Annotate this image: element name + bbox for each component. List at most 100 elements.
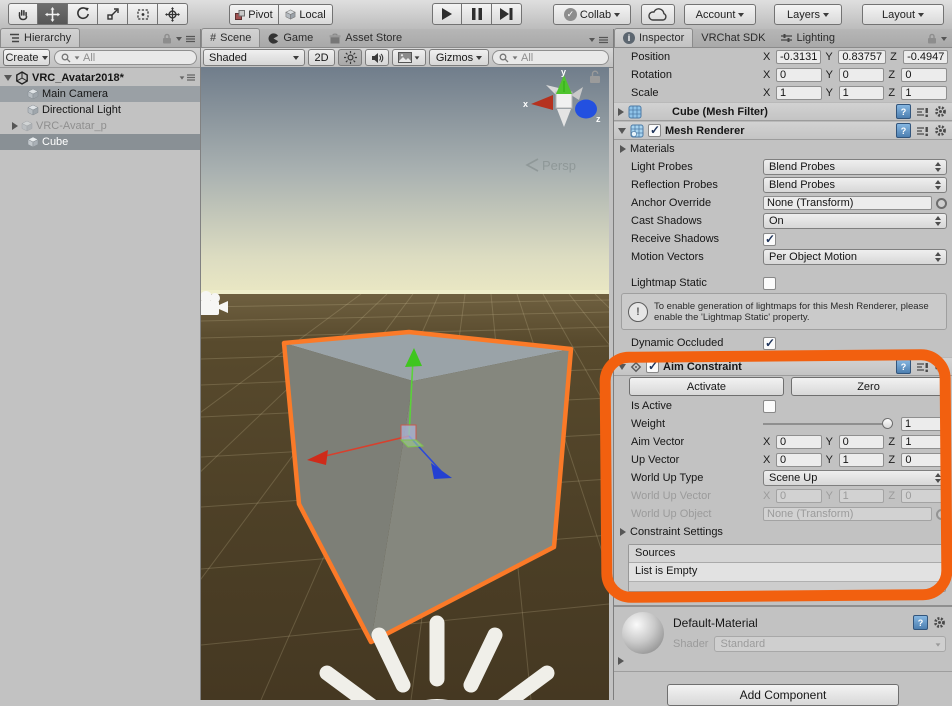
help-icon[interactable]: ?: [896, 123, 911, 138]
weight-slider[interactable]: [763, 423, 893, 425]
mesh-renderer-enabled-checkbox[interactable]: [648, 124, 661, 137]
tab-scene[interactable]: # Scene: [201, 28, 260, 47]
scene-root-row[interactable]: VRC_Avatar2018*: [0, 69, 200, 86]
tab-vrchat-sdk[interactable]: VRChat SDK: [693, 29, 773, 47]
scale-tool-button[interactable]: [98, 3, 128, 25]
anchor-override-object-field[interactable]: None (Transform): [763, 196, 932, 210]
account-dropdown[interactable]: Account: [684, 4, 756, 25]
reflection-probes-dropdown[interactable]: Blend Probes: [763, 177, 947, 193]
material-preview-sphere[interactable]: [622, 612, 664, 654]
shading-mode-dropdown[interactable]: Shaded: [203, 49, 305, 66]
scene-search-input[interactable]: All: [492, 50, 609, 65]
tab-lighting[interactable]: Lighting: [773, 29, 843, 47]
rect-tool-button[interactable]: [128, 3, 158, 25]
help-icon[interactable]: ?: [896, 359, 911, 374]
scale-y-field[interactable]: 1: [839, 86, 885, 100]
help-icon[interactable]: ?: [913, 615, 928, 630]
panel-menu-icon[interactable]: [176, 37, 182, 41]
panel-menu-lines-icon[interactable]: [599, 36, 608, 44]
pause-button[interactable]: [462, 3, 492, 25]
aim-vector-x-field[interactable]: 0: [776, 435, 822, 449]
pivot-toggle-button[interactable]: Pivot: [229, 4, 279, 25]
step-button[interactable]: [492, 3, 522, 25]
foldout-icon[interactable]: [618, 128, 626, 134]
lock-icon[interactable]: [927, 33, 937, 44]
activate-button[interactable]: Activate: [629, 377, 784, 396]
position-x-field[interactable]: -0.3131: [776, 50, 821, 64]
move-tool-button[interactable]: [38, 3, 68, 25]
aim-vector-z-field[interactable]: 1: [901, 435, 947, 449]
gear-icon[interactable]: [934, 105, 947, 118]
preset-icon[interactable]: [916, 106, 929, 118]
create-dropdown[interactable]: Create: [3, 49, 50, 66]
cast-shadows-dropdown[interactable]: On: [763, 213, 947, 229]
up-vector-z-field[interactable]: 0: [901, 453, 947, 467]
rotation-x-field[interactable]: 0: [776, 68, 822, 82]
light-probes-dropdown[interactable]: Blend Probes: [763, 159, 947, 175]
scene-effects-dropdown[interactable]: [392, 49, 426, 66]
sources-footer[interactable]: [629, 581, 945, 591]
foldout-icon[interactable]: [618, 364, 626, 370]
gizmos-dropdown[interactable]: Gizmos: [429, 49, 489, 66]
lightmap-static-checkbox[interactable]: [763, 277, 776, 290]
gear-icon[interactable]: [933, 616, 946, 629]
mesh-filter-header[interactable]: Cube (Mesh Filter) ?: [614, 102, 952, 121]
foldout-icon[interactable]: [4, 75, 12, 81]
foldout-icon[interactable]: [618, 108, 624, 116]
hierarchy-item-vrc-avatar[interactable]: VRC-Avatar_p: [0, 118, 200, 134]
tab-inspector[interactable]: i Inspector: [614, 28, 693, 47]
help-icon[interactable]: ?: [896, 104, 911, 119]
hand-tool-button[interactable]: [8, 3, 38, 25]
tab-game[interactable]: Game: [260, 29, 321, 47]
up-vector-x-field[interactable]: 0: [776, 453, 822, 467]
position-y-field[interactable]: 0.83757: [838, 50, 886, 64]
receive-shadows-checkbox[interactable]: [763, 233, 776, 246]
scene-context-menu-icon[interactable]: [179, 74, 195, 81]
aim-constraint-header[interactable]: Aim Constraint ?: [614, 357, 952, 376]
material-preview-foldout[interactable]: [618, 657, 624, 665]
play-button[interactable]: [432, 3, 462, 25]
materials-foldout[interactable]: Materials: [614, 140, 952, 158]
hierarchy-item-cube[interactable]: Cube: [0, 134, 200, 150]
panel-menu-icon[interactable]: [589, 38, 595, 42]
world-up-type-dropdown[interactable]: Scene Up: [763, 470, 947, 486]
layers-dropdown[interactable]: Layers: [774, 4, 842, 25]
scene-lighting-toggle[interactable]: [338, 49, 362, 66]
panel-menu-icon[interactable]: [941, 37, 947, 41]
position-z-field[interactable]: -0.4947: [903, 50, 948, 64]
dynamic-occluded-checkbox[interactable]: [763, 337, 776, 350]
weight-field[interactable]: 1: [901, 417, 947, 431]
collab-dropdown[interactable]: ✓ Collab: [553, 4, 631, 25]
rotation-z-field[interactable]: 0: [901, 68, 947, 82]
preset-icon[interactable]: [916, 125, 929, 137]
add-component-button[interactable]: Add Component: [667, 684, 899, 706]
tab-asset-store[interactable]: Asset Store: [321, 29, 410, 47]
motion-vectors-dropdown[interactable]: Per Object Motion: [763, 249, 947, 265]
hierarchy-search-input[interactable]: All: [54, 50, 197, 65]
scale-x-field[interactable]: 1: [776, 86, 822, 100]
local-toggle-button[interactable]: Local: [279, 4, 333, 25]
zero-button[interactable]: Zero: [791, 377, 946, 396]
foldout-icon[interactable]: [12, 122, 18, 130]
panel-menu-lines-icon[interactable]: [186, 35, 195, 43]
rotate-tool-button[interactable]: [68, 3, 98, 25]
hierarchy-item-directional-light[interactable]: Directional Light: [0, 102, 200, 118]
2d-toggle-button[interactable]: 2D: [308, 49, 335, 66]
tab-hierarchy[interactable]: Hierarchy: [0, 28, 80, 47]
scale-z-field[interactable]: 1: [901, 86, 947, 100]
mesh-renderer-header[interactable]: Mesh Renderer ?: [614, 121, 952, 140]
is-active-checkbox[interactable]: [763, 400, 776, 413]
lock-icon[interactable]: [162, 33, 172, 44]
cloud-button[interactable]: [641, 4, 675, 25]
transform-tool-button[interactable]: [158, 3, 188, 25]
gear-icon[interactable]: [934, 124, 947, 137]
rotation-y-field[interactable]: 0: [839, 68, 885, 82]
slider-knob[interactable]: [882, 418, 893, 429]
layout-dropdown[interactable]: Layout: [862, 4, 944, 25]
constraint-settings-foldout[interactable]: Constraint Settings: [614, 523, 952, 541]
scene-audio-toggle[interactable]: [365, 49, 389, 66]
up-vector-y-field[interactable]: 1: [839, 453, 885, 467]
object-picker-icon[interactable]: [936, 198, 947, 209]
gear-icon[interactable]: [934, 360, 947, 373]
scene-viewport[interactable]: y x z Persp: [201, 67, 609, 700]
